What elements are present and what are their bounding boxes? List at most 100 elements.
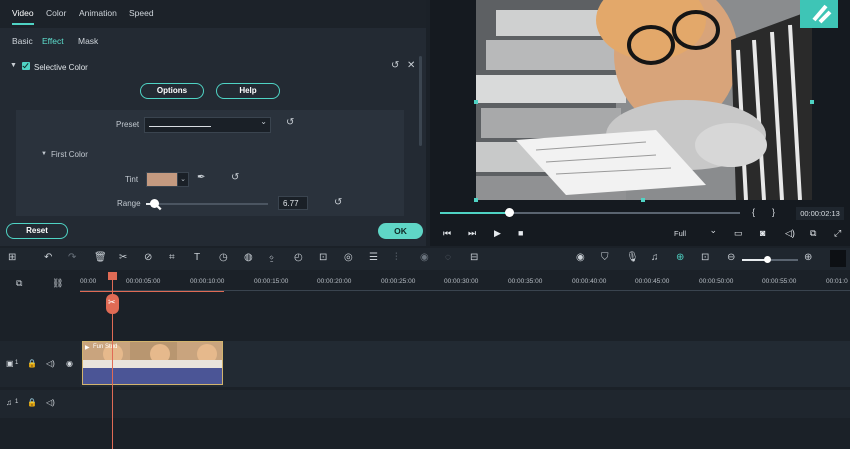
snapshot-icon[interactable]: ◙ [760, 228, 765, 238]
preview-video-frame[interactable] [476, 0, 812, 200]
fullscreen-icon[interactable]: ⤢ [834, 228, 841, 239]
ruler-label: 00:00:20:00 [317, 278, 352, 285]
mute-icon[interactable]: ◁) [46, 359, 55, 368]
delete-icon[interactable]: 🗑 [94, 252, 107, 263]
ruler-label: 00:00 [80, 278, 97, 285]
color-icon[interactable]: ◍ [244, 252, 253, 263]
tab-mask[interactable]: Mask [78, 36, 98, 46]
ruler-label: 00:00:15:00 [254, 278, 289, 285]
section-title: Selective Color [34, 63, 88, 72]
lock-icon[interactable]: 🔒 [27, 398, 37, 407]
eye-icon[interactable]: ◉ [66, 359, 73, 368]
ruler-label: 00:00:50:00 [699, 278, 734, 285]
tab-speed[interactable]: Speed [129, 8, 154, 18]
video-track-icon: ▣ [6, 359, 14, 368]
clip-name: Fun Stud [93, 344, 118, 350]
layout-icon[interactable]: ⊞ [8, 252, 16, 263]
redo-icon[interactable]: ↷ [68, 252, 76, 263]
help-button[interactable]: Help [216, 83, 280, 99]
link-icon[interactable]: ⛓ [52, 278, 63, 289]
video-clip[interactable]: Fun Stud ▶ [82, 341, 223, 385]
display-icon[interactable]: ▭ [734, 228, 743, 239]
pip-icon[interactable]: ⧉ [810, 228, 816, 239]
ruler-label: 00:00:40:00 [572, 278, 607, 285]
selective-color-checkbox[interactable] [22, 62, 30, 70]
chevron-down-icon: ⌄ [260, 117, 267, 126]
ruler-label: 00:00:35:00 [508, 278, 543, 285]
options-button[interactable]: Options [140, 83, 204, 99]
preset-value [149, 126, 211, 127]
tab-animation[interactable]: Animation [79, 8, 117, 18]
lock-icon[interactable]: 🔒 [27, 359, 37, 368]
stabilize-icon[interactable]: ⍚ [269, 252, 275, 263]
transform-handle[interactable] [641, 198, 645, 202]
marker-icon[interactable]: ⛉ [601, 252, 609, 263]
timer-icon[interactable]: ◴ [294, 252, 303, 263]
transform-handle[interactable] [810, 100, 814, 104]
tab-video[interactable]: Video [12, 8, 34, 25]
play-icon[interactable]: ▶ [494, 228, 501, 239]
reset-button[interactable]: Reset [6, 223, 68, 239]
mark-out-icon[interactable]: } [772, 207, 775, 217]
mark-in-icon[interactable]: { [752, 207, 755, 217]
zoom-slider-knob[interactable] [764, 256, 771, 263]
cut-icon[interactable]: ✂ [119, 252, 127, 263]
range-slider[interactable] [146, 203, 268, 205]
panel-toggle[interactable] [830, 250, 846, 267]
subtitle-icon[interactable]: ⊡ [701, 252, 709, 263]
range-label: Range [117, 199, 141, 208]
video-track-header: ▣ 1 🔒 ◁) ◉ [0, 341, 80, 387]
ruler-label: 00:00:45:00 [635, 278, 670, 285]
tint-color-swatch[interactable] [146, 172, 178, 187]
mute-icon[interactable]: ◁) [46, 398, 55, 407]
transform-handle[interactable] [474, 100, 478, 104]
crop-icon[interactable]: ⌗ [169, 252, 175, 263]
range-reset-icon[interactable]: ↺ [334, 197, 342, 208]
step-frame-icon[interactable]: ⏭ [468, 228, 476, 239]
playhead-scissors-icon[interactable]: ✂ [106, 294, 119, 314]
fit-icon[interactable]: ⊡ [319, 252, 327, 263]
render-icon[interactable]: ◉ [576, 252, 585, 263]
reset-section-icon[interactable]: ↺ [391, 60, 399, 71]
motion-icon[interactable]: ◌ [445, 252, 451, 263]
volume-icon[interactable]: ◁) [785, 228, 795, 239]
tint-dropdown-icon[interactable]: ⌄ [177, 172, 189, 187]
add-track-icon[interactable]: ⧉ [16, 278, 22, 289]
zoom-in-icon[interactable]: ⊕ [804, 252, 812, 263]
keyframe-icon[interactable]: ◉ [420, 252, 429, 263]
split-screen-icon[interactable]: ⊟ [470, 252, 478, 263]
undo-icon[interactable]: ↶ [44, 252, 52, 263]
tab-effect[interactable]: Effect [42, 36, 64, 46]
skip-back-icon[interactable]: ⏮ [443, 228, 451, 239]
panel-scrollbar[interactable] [419, 56, 422, 146]
first-color-arrow-icon[interactable]: ▼ [41, 151, 47, 157]
transform-handle[interactable] [474, 198, 478, 202]
audio-track-header: ♫ 1 🔒 ◁) [0, 390, 80, 418]
range-value-input[interactable]: 6.77 [278, 196, 308, 210]
preset-select[interactable]: ⌄ [144, 117, 271, 133]
tint-reset-icon[interactable]: ↺ [231, 172, 239, 183]
snap-icon[interactable]: ⊕ [676, 252, 684, 263]
tag-icon[interactable]: ⊘ [144, 252, 152, 263]
stop-icon[interactable]: ■ [518, 228, 523, 238]
microphone-icon[interactable]: 🎙 [626, 252, 639, 263]
tab-color[interactable]: Color [46, 8, 66, 18]
eyedropper-icon[interactable]: ✒ [197, 172, 205, 183]
collapse-arrow-icon[interactable]: ▼ [10, 62, 17, 69]
preset-reset-icon[interactable]: ↺ [286, 117, 294, 128]
close-icon[interactable]: ✕ [407, 60, 415, 71]
mouse-cursor-icon: ⬉ [154, 202, 163, 213]
text-icon[interactable]: T [194, 252, 200, 263]
mask-icon[interactable]: ◎ [344, 252, 353, 263]
adjust-icon[interactable]: ☰ [369, 252, 378, 263]
playback-knob[interactable] [505, 208, 514, 217]
ok-button[interactable]: OK [378, 223, 423, 239]
zoom-out-icon[interactable]: ⊖ [727, 252, 735, 263]
audio-track-number: 1 [15, 399, 19, 405]
audio-mix-icon[interactable]: ♫ [651, 252, 659, 263]
audio-wave-icon[interactable]: ⫶ [395, 252, 398, 263]
speed-icon[interactable]: ◷ [219, 252, 228, 263]
tab-basic[interactable]: Basic [12, 36, 33, 46]
quality-select[interactable]: Full [670, 224, 720, 240]
primary-tabs: Video Color Animation Speed [0, 0, 426, 28]
